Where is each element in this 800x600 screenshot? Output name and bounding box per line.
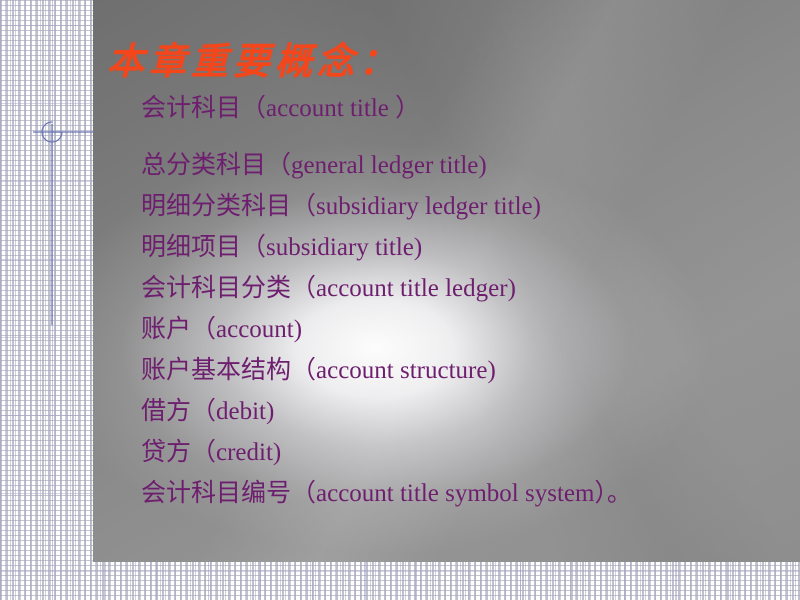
concept-list: 会计科目（account title ） 总分类科目（general ledge… xyxy=(141,88,791,514)
list-item: 账户（account) xyxy=(141,316,303,343)
list-item: 明细项目（subsidiary title) xyxy=(141,234,423,261)
list-item: 明细分类科目（subsidiary ledger title) xyxy=(141,193,541,220)
list-item: 总分类科目（general ledger title) xyxy=(141,152,487,179)
slide-content-panel: 本章重要概念： 会计科目（account title ） 总分类科目（gener… xyxy=(93,0,800,562)
list-item: 会计科目编号（account title symbol system）。 xyxy=(141,480,632,507)
list-item: 贷方（credit) xyxy=(141,439,282,466)
list-item: 会计科目（account title ） xyxy=(141,95,421,122)
slide-root: 本章重要概念： 会计科目（account title ） 总分类科目（gener… xyxy=(0,0,800,600)
list-item: 会计科目分类（account title ledger) xyxy=(141,275,516,302)
page-title: 本章重要概念： xyxy=(107,41,401,83)
list-item: 账户基本结构（account structure) xyxy=(141,357,496,384)
list-item: 借方（debit) xyxy=(141,398,275,425)
